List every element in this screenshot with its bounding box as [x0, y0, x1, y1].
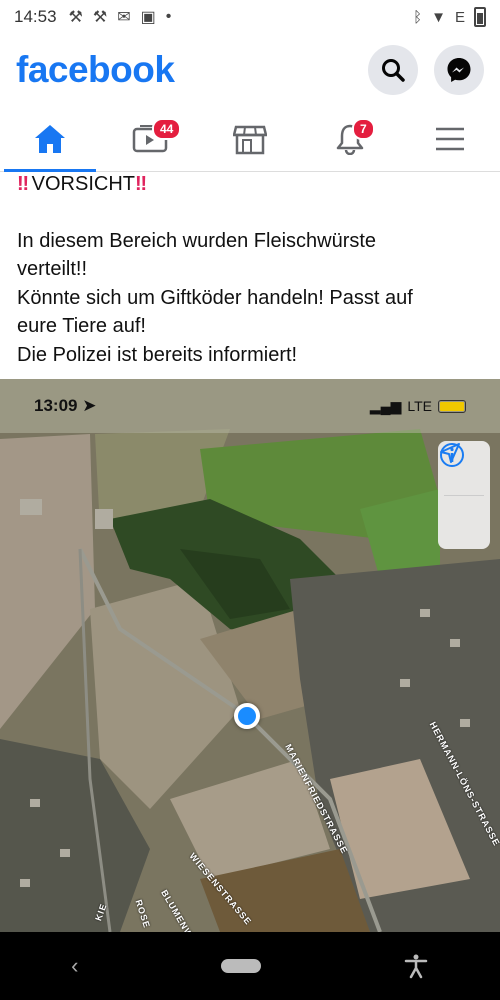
post-map-image[interactable]: 13:09 ➤ ▂▄▆ LTE MARIENFRIEDSTRASSE HERMA… [0, 379, 500, 932]
double-exclamation-icon: ‼ [17, 173, 29, 195]
more-dot-icon: • [165, 8, 172, 25]
status-time: 14:53 [14, 7, 57, 26]
bluetooth-icon: ᛒ [413, 8, 423, 26]
battery-icon [474, 7, 486, 27]
map-network: LTE [407, 398, 432, 414]
tab-watch[interactable]: 44 [100, 106, 200, 171]
map-phone-status-bar: 13:09 ➤ ▂▄▆ LTE [0, 379, 500, 433]
status-bar: 14:53 ⚒ ⚒ ✉ ▣ • ᛒ ▼ E [0, 0, 500, 34]
post-text: ‼ VORSICHT‼ In diesem Bereich wurden Fle… [17, 170, 487, 370]
home-icon [35, 124, 65, 153]
facebook-logo[interactable]: facebook [16, 49, 175, 91]
hamburger-menu-icon [436, 127, 464, 150]
post-line: In diesem Bereich wurden Fleischwürste [17, 229, 377, 252]
marketplace-icon [233, 125, 267, 154]
double-exclamation-icon: ‼ [135, 173, 147, 195]
watch-badge: 44 [152, 118, 182, 140]
tab-bar: 44 7 [0, 106, 500, 172]
current-location-marker [234, 703, 260, 729]
tab-marketplace[interactable] [200, 106, 300, 171]
back-icon[interactable]: ‹ [71, 953, 78, 979]
location-arrow-icon: ➤ [77, 396, 97, 415]
app-header: facebook [0, 34, 500, 106]
network-type: E [454, 8, 465, 26]
battery-icon [438, 399, 466, 413]
map-time: 13:09 [34, 396, 78, 415]
post-line: Könnte sich um Giftköder handeln! Passt … [17, 286, 413, 309]
home-pill-button[interactable] [220, 959, 261, 973]
messenger-button[interactable] [434, 45, 484, 95]
tab-menu[interactable] [400, 106, 500, 171]
tab-notifications[interactable]: 7 [300, 106, 400, 171]
post-line: Die Polizei ist bereits informiert! [17, 343, 298, 366]
notification-icons: ⚒ ⚒ ✉ ▣ • [69, 7, 172, 27]
messenger-icon [447, 58, 471, 82]
notifications-badge: 7 [352, 118, 375, 140]
post-heading: ‼ VORSICHT‼ [17, 173, 147, 195]
post-line: verteilt!! [17, 258, 88, 281]
post-line: eure Tiere auf! [17, 315, 146, 338]
accessibility-icon[interactable] [403, 953, 429, 979]
tools-icon: ⚒ [92, 9, 108, 26]
search-icon [382, 59, 405, 82]
location-arrow-icon [440, 443, 460, 463]
map-controls [438, 441, 490, 549]
tools-icon: ⚒ [68, 9, 83, 26]
search-button[interactable] [368, 45, 418, 95]
app-icon: ▣ [140, 9, 156, 26]
tab-home[interactable] [0, 106, 100, 172]
signal-icon: ▂▄▆ [369, 397, 402, 414]
wifi-icon: ▼ [431, 8, 446, 26]
android-nav-bar: ‹ [0, 932, 500, 1000]
mail-icon: ✉ [117, 9, 131, 26]
satellite-map [0, 379, 500, 932]
